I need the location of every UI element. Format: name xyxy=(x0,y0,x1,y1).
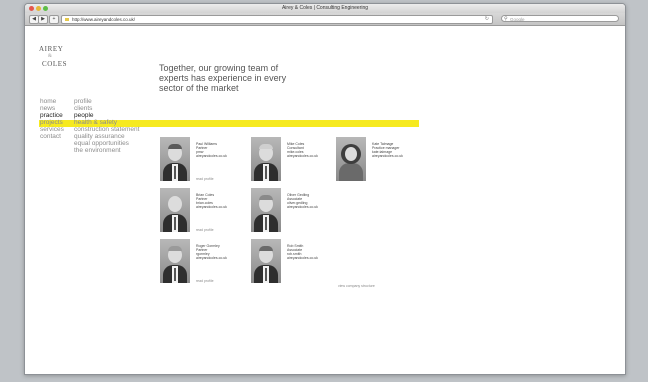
forward-button[interactable]: ▶ xyxy=(38,15,48,24)
tagline-line1: Together, our growing team of xyxy=(159,63,279,73)
subnav-people[interactable]: people xyxy=(74,112,139,119)
read-profile-link[interactable]: read profile xyxy=(196,228,214,232)
person-email-domain[interactable]: aireyandcoles.co.uk xyxy=(196,154,227,158)
title-bar: Airey & Coles | Consulting Engineering xyxy=(25,4,625,13)
person-info: Brian Coles Partner brian.coles aireyand… xyxy=(196,193,227,209)
read-profile-link[interactable]: read profile xyxy=(196,177,214,181)
person-email-domain[interactable]: aireyandcoles.co.uk xyxy=(372,154,403,158)
person-photo xyxy=(251,137,281,181)
tagline-line2: experts has experience in every xyxy=(159,73,287,83)
tagline: Together, our growing team of experts ha… xyxy=(159,63,319,93)
close-window-icon[interactable] xyxy=(29,6,34,11)
person-info: Paul Williams Partner pmw aireyandcoles.… xyxy=(196,142,227,158)
nav-news[interactable]: news xyxy=(40,105,64,112)
person-photo xyxy=(251,239,281,283)
browser-toolbar: ◀ ▶ + http://www.aireyandcoles.co.uk/ ↻ … xyxy=(25,13,625,26)
subnav-the-environment[interactable]: the environment xyxy=(74,147,139,154)
tagline-line3: sector of the market xyxy=(159,83,239,93)
person-info: Mike Coles Consultant mike.coles aireyan… xyxy=(287,142,318,158)
nav-home[interactable]: home xyxy=(40,98,64,105)
subnav-equal-opportunities[interactable]: equal opportunities xyxy=(74,140,139,147)
subnav-construction-statement[interactable]: construction statement xyxy=(74,126,139,133)
person-email-domain[interactable]: aireyandcoles.co.uk xyxy=(287,256,318,260)
person-email-domain[interactable]: aireyandcoles.co.uk xyxy=(287,205,318,209)
nav-projects[interactable]: projects xyxy=(40,119,64,126)
person-info: Roger Gormley Partner rgormley aireyandc… xyxy=(196,244,227,260)
subnav-health-safety[interactable]: health & safety xyxy=(74,119,139,126)
person-photo xyxy=(160,188,190,232)
person-info: Oliver Gedling Associate oliver.gedling … xyxy=(287,193,318,209)
browser-window: Airey & Coles | Consulting Engineering ◀… xyxy=(24,3,626,375)
search-placeholder: Google xyxy=(510,17,525,22)
plus-icon: + xyxy=(52,16,56,22)
page-content: AIREY & COLES Together, our growing team… xyxy=(25,26,625,374)
person-email-domain[interactable]: aireyandcoles.co.uk xyxy=(287,154,318,158)
person-photo xyxy=(251,188,281,232)
view-company-structure-link[interactable]: view company structure xyxy=(338,284,375,288)
person-email-domain[interactable]: aireyandcoles.co.uk xyxy=(196,205,227,209)
address-bar[interactable]: http://www.aireyandcoles.co.uk/ ↻ xyxy=(61,15,493,24)
reload-icon[interactable]: ↻ xyxy=(485,16,489,23)
read-profile-link[interactable]: read profile xyxy=(196,279,214,283)
add-bookmark-button[interactable]: + xyxy=(49,15,59,24)
back-arrow-icon: ◀ xyxy=(32,16,36,22)
search-bar[interactable]: ⚲ Google xyxy=(501,15,619,22)
logo-ampersand: & xyxy=(48,54,52,59)
search-icon: ⚲ xyxy=(504,16,508,22)
person-photo xyxy=(160,137,190,181)
logo-line2: COLES xyxy=(42,60,68,68)
nav-contact[interactable]: contact xyxy=(40,133,64,140)
person-info: Kate Talmage Practice manager kate.talma… xyxy=(372,142,403,158)
zoom-window-icon[interactable] xyxy=(43,6,48,11)
minimize-window-icon[interactable] xyxy=(36,6,41,11)
person-info: Rob Smith Associate rob.smith aireyandco… xyxy=(287,244,318,260)
nav-services[interactable]: services xyxy=(40,126,64,133)
logo-line1: AIREY xyxy=(39,45,64,53)
url-text: http://www.aireyandcoles.co.uk/ xyxy=(72,17,136,22)
subnav-clients[interactable]: clients xyxy=(74,105,139,112)
primary-nav: home news practice projects services con… xyxy=(40,98,64,140)
forward-arrow-icon: ▶ xyxy=(41,16,45,22)
person-photo xyxy=(160,239,190,283)
person-photo xyxy=(336,137,366,181)
person-email-domain[interactable]: aireyandcoles.co.uk xyxy=(196,256,227,260)
subnav-profile[interactable]: profile xyxy=(74,98,139,105)
window-title: Airey & Coles | Consulting Engineering xyxy=(281,5,369,11)
subnav-quality-assurance[interactable]: quality assurance xyxy=(74,133,139,140)
favicon-icon xyxy=(65,18,69,21)
nav-practice[interactable]: practice xyxy=(40,112,64,119)
secondary-nav: profile clients people health & safety c… xyxy=(74,98,139,154)
